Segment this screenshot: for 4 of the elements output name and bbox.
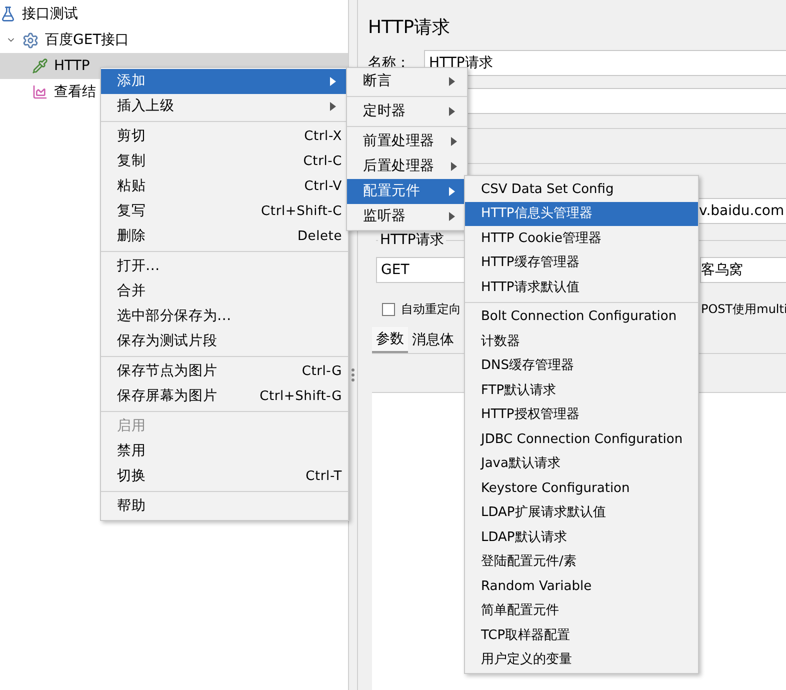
group-label: HTTP请求 xyxy=(378,231,446,249)
panel-title: HTTP请求 xyxy=(368,16,452,40)
multipart-label: POST使用multi xyxy=(701,301,786,318)
redirect-label: 自动重定向 xyxy=(401,301,461,318)
